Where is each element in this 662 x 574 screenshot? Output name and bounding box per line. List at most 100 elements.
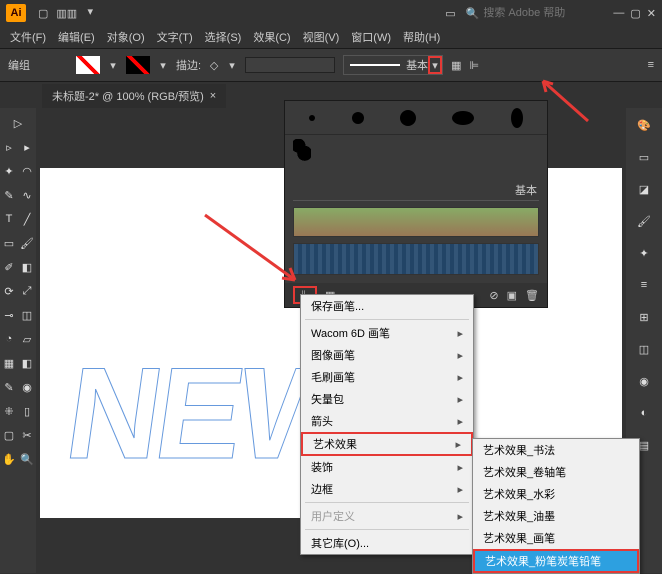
menu-help[interactable]: 帮助(H) [397,27,446,47]
annotation-arrow-1 [533,76,593,126]
line-tool-icon[interactable]: ╱ [19,208,35,230]
sub-chalk[interactable]: 艺术效果_粉笔炭笔铅笔 [473,549,639,573]
brush-basic-row[interactable]: 基本 [293,173,539,201]
menu-save-brush[interactable]: 保存画笔... [301,295,473,317]
maximize-icon[interactable]: ▢ [630,7,640,20]
workspace-icon[interactable]: ▭ [445,7,455,20]
perspective-icon[interactable]: ▱ [19,328,35,350]
brushes-panel-icon[interactable]: 🖌 [629,208,659,234]
brush-dot-3-icon[interactable] [400,110,416,126]
stroke-preview[interactable] [245,57,335,73]
close-icon[interactable]: ✕ [647,7,656,20]
menu-image[interactable]: 图像画笔▸ [301,344,473,366]
group-select-tool-icon[interactable]: ▸ [19,136,35,158]
stroke-swatch[interactable] [126,56,150,74]
gstyles-panel-icon[interactable]: ◐ [629,400,659,426]
free-transform-icon[interactable]: ◫ [19,304,35,326]
pen-tool-icon[interactable]: ✎ [1,184,17,206]
slice-tool-icon[interactable]: ✂ [19,424,35,446]
selection-tool-icon[interactable]: ▷ [3,112,33,134]
align-panel-icon[interactable]: ⊞ [629,304,659,330]
brush-basic-button[interactable]: 基本 ▾ [343,55,443,75]
stroke-w-dd-icon[interactable]: ◇ [209,60,219,70]
brush-oval-2-icon[interactable] [511,108,523,128]
brush-frame-2[interactable] [293,243,539,275]
sub-water[interactable]: 艺术效果_水彩 [473,483,639,505]
library-panel-icon[interactable]: ▭ [629,144,659,170]
rect-tool-icon[interactable]: ▭ [1,232,17,254]
fill-dd-icon[interactable]: ▾ [108,60,118,70]
menu-object[interactable]: 对象(O) [101,27,151,47]
shape-builder-icon[interactable]: ◔ [1,328,17,350]
eraser-tool-icon[interactable]: ◧ [19,256,35,278]
bridge-icon[interactable]: ▢ [38,7,48,20]
menu-bristle[interactable]: 毛刷画笔▸ [301,366,473,388]
width-tool-icon[interactable]: ⊸ [1,304,17,326]
align-icon[interactable]: ⊫ [469,59,479,72]
search-input[interactable] [483,7,593,19]
menu-type[interactable]: 文字(T) [151,27,199,47]
shaper-tool-icon[interactable]: ✐ [1,256,17,278]
stroke-dd-icon[interactable]: ▾ [158,60,168,70]
menu-art[interactable]: 艺术效果▸ [301,432,473,456]
brush-oval-1-icon[interactable] [452,111,474,125]
sub-paint[interactable]: 艺术效果_画笔 [473,527,639,549]
rotate-tool-icon[interactable]: ⟳ [1,280,17,302]
curvature-tool-icon[interactable]: ∿ [19,184,35,206]
blend-tool-icon[interactable]: ◉ [19,376,35,398]
brush-remove-icon[interactable]: ⊘ [489,289,498,302]
type-tool-icon[interactable]: T [1,208,17,230]
menu-border[interactable]: 边框▸ [301,478,473,500]
menu-wacom[interactable]: Wacom 6D 画笔▸ [301,322,473,344]
sub-calli[interactable]: 艺术效果_书法 [473,439,639,461]
brush-tool-icon[interactable]: 🖌 [19,232,35,254]
brush-new-icon[interactable]: ▣ [507,289,517,302]
appearance-panel-icon[interactable]: ◉ [629,368,659,394]
brush-dd-icon[interactable]: ▾ [428,56,442,74]
zoom-tool-icon[interactable]: 🔍 [19,448,35,470]
opacity-icon[interactable]: ▦ [451,59,461,72]
menu-window[interactable]: 窗口(W) [345,27,397,47]
brush-dot-1-icon[interactable] [309,115,315,121]
arrange-dd-icon[interactable]: ▾ [85,7,95,17]
brush-frame-1[interactable] [293,207,539,237]
menu-arrows[interactable]: 箭头▸ [301,410,473,432]
minimize-icon[interactable]: — [613,7,624,20]
symbols-panel-icon[interactable]: ✦ [629,240,659,266]
magic-wand-tool-icon[interactable]: ✦ [1,160,17,182]
menu-edit[interactable]: 编辑(E) [52,27,101,47]
artboard-tool-icon[interactable]: ▢ [1,424,17,446]
transform-panel-icon[interactable]: ◫ [629,336,659,362]
menu-vector[interactable]: 矢量包▸ [301,388,473,410]
brush-basic-label: 基本 [406,57,428,73]
swatches-panel-icon[interactable]: ◪ [629,176,659,202]
arrange-icon[interactable]: ▥▥ [56,7,77,20]
sub-ink[interactable]: 艺术效果_油墨 [473,505,639,527]
stroke-panel-icon[interactable]: ≡ [629,272,659,298]
mesh-tool-icon[interactable]: ▦ [1,352,17,374]
brush-dot-2-icon[interactable] [352,112,364,124]
color-panel-icon[interactable]: 🎨 [629,112,659,138]
stroke-w2-dd-icon[interactable]: ▾ [227,60,237,70]
menu-file[interactable]: 文件(F) [4,27,52,47]
document-tab[interactable]: 未标题-2* @ 100% (RGB/预览) × [42,84,226,108]
graph-tool-icon[interactable]: ▯ [19,400,35,422]
tab-close-icon[interactable]: × [210,90,216,102]
fill-swatch[interactable] [76,56,100,74]
direct-select-tool-icon[interactable]: ▹ [1,136,17,158]
panel-menu-icon[interactable]: ≡ [648,59,654,71]
hand-tool-icon[interactable]: ✋ [1,448,17,470]
eyedropper-tool-icon[interactable]: ✎ [1,376,17,398]
sub-scroll[interactable]: 艺术效果_卷轴笔 [473,461,639,483]
menu-select[interactable]: 选择(S) [199,27,248,47]
menu-deco[interactable]: 装饰▸ [301,456,473,478]
scale-tool-icon[interactable]: ⤢ [19,280,35,302]
gradient-tool-icon[interactable]: ◧ [19,352,35,374]
lasso-tool-icon[interactable]: ◠ [19,160,35,182]
brush-cal-icon[interactable] [293,139,311,161]
menu-other[interactable]: 其它库(O)... [301,532,473,554]
menu-view[interactable]: 视图(V) [297,27,346,47]
brush-trash-icon[interactable]: 🗑 [525,289,539,302]
menu-effect[interactable]: 效果(C) [247,27,296,47]
symbol-spray-icon[interactable]: ⁜ [1,400,17,422]
